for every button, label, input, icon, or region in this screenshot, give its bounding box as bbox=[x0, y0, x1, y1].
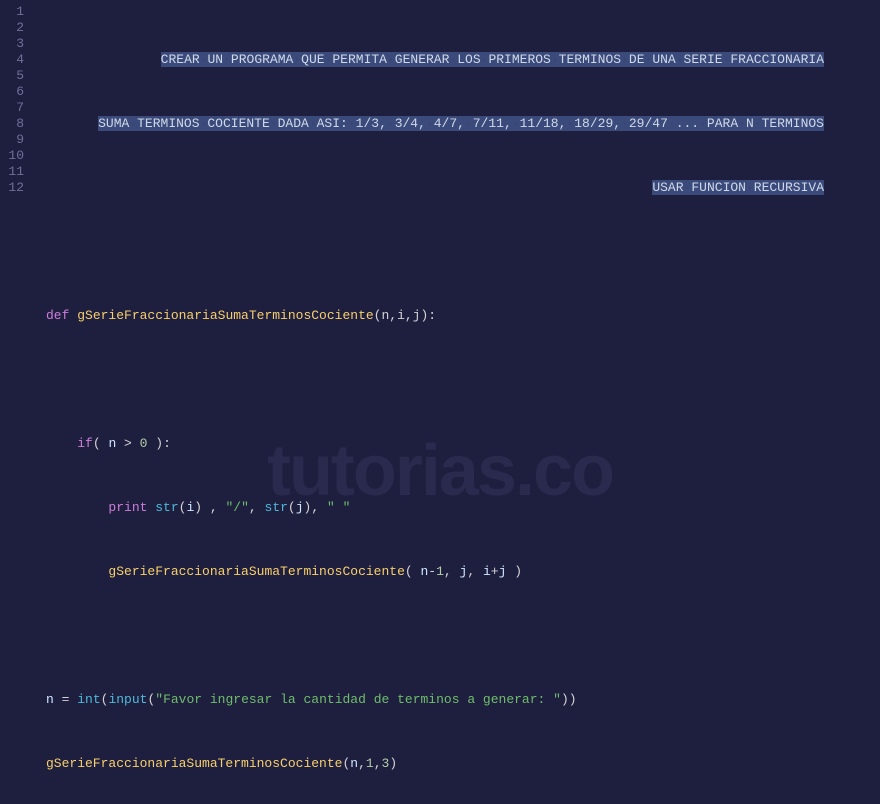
code-line bbox=[46, 628, 872, 644]
code-line: gSerieFraccionariaSumaTerminosCociente( … bbox=[46, 564, 872, 580]
code-area[interactable]: CREAR·UN·PROGRAMA·QUE·PERMITA·GENERAR·LO… bbox=[32, 0, 880, 560]
code-line: CREAR·UN·PROGRAMA·QUE·PERMITA·GENERAR·LO… bbox=[46, 52, 872, 68]
line-number: 4 bbox=[4, 52, 24, 68]
code-line: gSerieFraccionariaSumaTerminosCociente(n… bbox=[46, 756, 872, 772]
code-line bbox=[46, 244, 872, 260]
line-number: 8 bbox=[4, 116, 24, 132]
line-number: 12 bbox=[4, 180, 24, 196]
code-line: USAR·FUNCION·RECURSIVA bbox=[46, 180, 872, 196]
code-line: n = int(input("Favor ingresar la cantida… bbox=[46, 692, 872, 708]
code-line: if( n > 0 ): bbox=[46, 436, 872, 452]
line-number: 9 bbox=[4, 132, 24, 148]
line-number: 11 bbox=[4, 164, 24, 180]
line-number-gutter: 1 2 3 4 5 6 7 8 9 10 11 12 bbox=[0, 0, 32, 560]
line-number: 7 bbox=[4, 100, 24, 116]
line-number: 3 bbox=[4, 36, 24, 52]
line-number: 2 bbox=[4, 20, 24, 36]
code-line bbox=[46, 372, 872, 388]
line-number: 10 bbox=[4, 148, 24, 164]
code-line: SUMA·TERMINOS·COCIENTE·DADA·ASI:·1/3,·3/… bbox=[46, 116, 872, 132]
line-number: 1 bbox=[4, 4, 24, 20]
code-line: def gSerieFraccionariaSumaTerminosCocien… bbox=[46, 308, 872, 324]
code-editor[interactable]: 1 2 3 4 5 6 7 8 9 10 11 12 CREAR·UN·PROG… bbox=[0, 0, 880, 560]
line-number: 5 bbox=[4, 68, 24, 84]
line-number: 6 bbox=[4, 84, 24, 100]
code-line: print str(i) , "/", str(j), " " bbox=[46, 500, 872, 516]
